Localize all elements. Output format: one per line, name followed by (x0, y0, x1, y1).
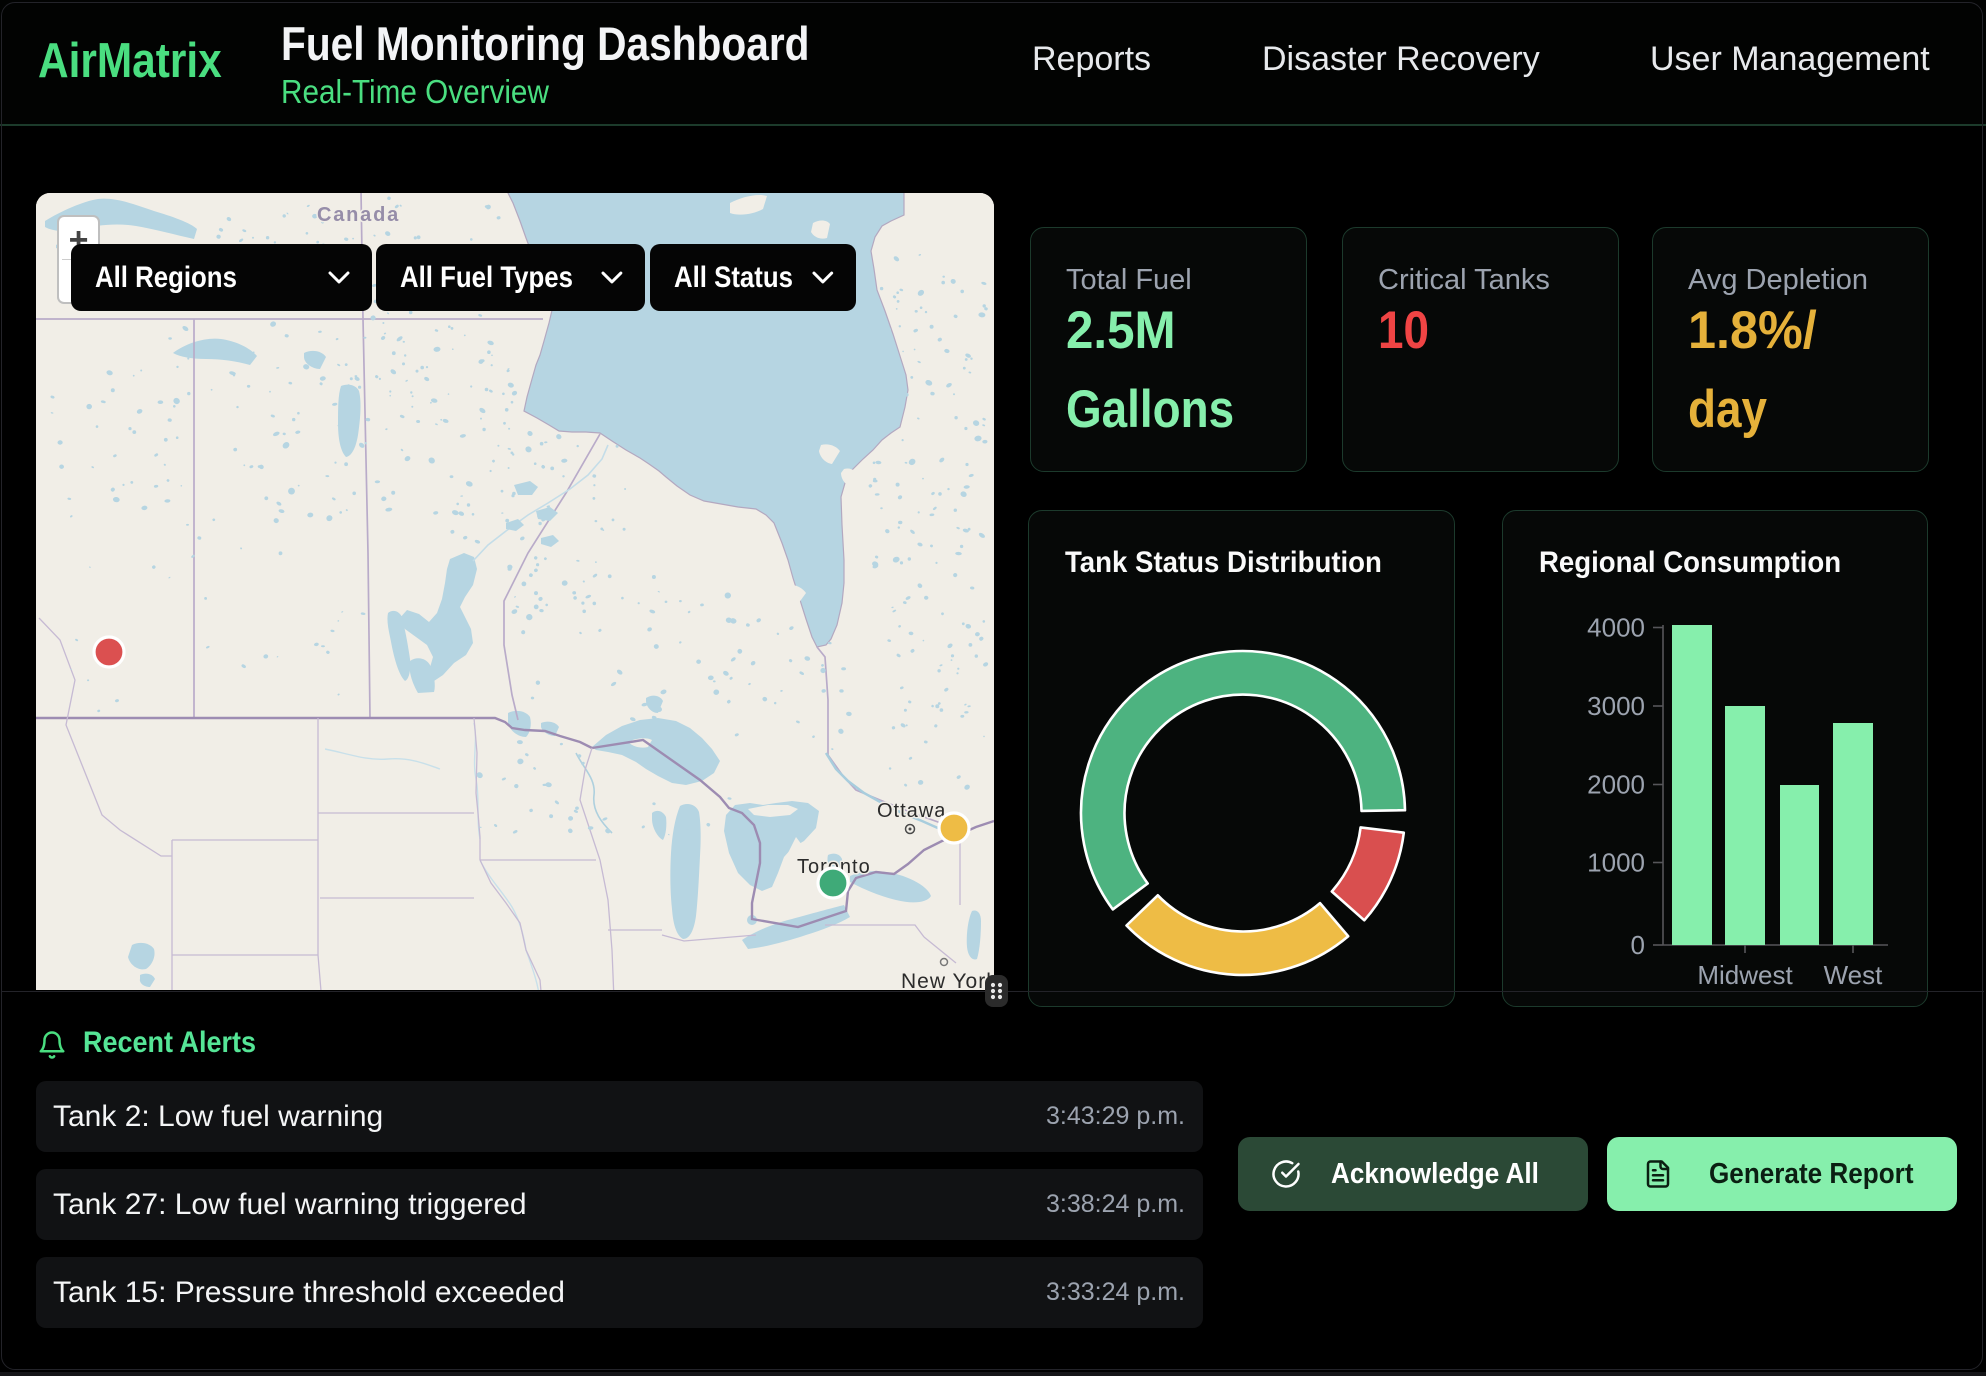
svg-text:New York: New York (901, 970, 994, 990)
svg-text:Canada: Canada (317, 204, 400, 226)
svg-text:Ottawa: Ottawa (877, 800, 946, 822)
